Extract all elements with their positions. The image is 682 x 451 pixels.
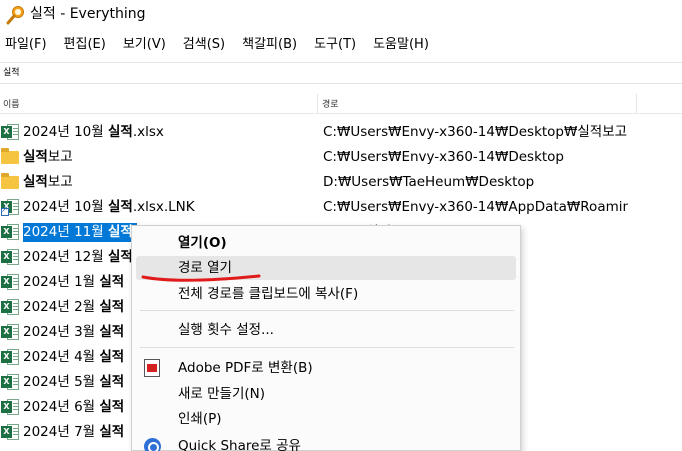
- excel-file-icon: X: [1, 348, 19, 366]
- excel-file-icon: X: [1, 423, 19, 441]
- menu-help[interactable]: 도움말(H): [367, 34, 435, 56]
- excel-file-icon: X: [1, 298, 19, 316]
- menu-bar: 파일(F) 편집(E) 보기(V) 검색(S) 책갈피(B) 도구(T) 도움말…: [0, 34, 440, 56]
- share-icon: [144, 438, 161, 451]
- menu-item-label: 전체 경로를 클립보드에 복사(F): [178, 286, 359, 302]
- file-name: 2024년 12월 실적: [23, 249, 133, 265]
- menu-item-label: 실행 횟수 설정...: [178, 322, 274, 338]
- file-name: 2024년 10월 실적.xlsx: [23, 124, 164, 140]
- title-bar: 실적 - Everything: [0, 0, 682, 30]
- menu-open[interactable]: 열기(O): [132, 231, 522, 255]
- file-path: C:₩Users₩Envy-x360-14₩Desktop₩실적보고: [323, 124, 628, 140]
- column-header-path[interactable]: 경로: [322, 97, 339, 110]
- context-menu: 열기(O) 경로 열기 전체 경로를 클립보드에 복사(F) 실행 횟수 설정... A…: [131, 225, 521, 451]
- menu-search[interactable]: 검색(S): [177, 34, 231, 56]
- file-path: C:₩Users₩Envy-x360-14₩AppData₩Roamin...: [323, 199, 628, 215]
- menu-edit[interactable]: 편집(E): [58, 34, 112, 56]
- file-name: 2024년 10월 실적.xlsx.LNK: [23, 199, 195, 215]
- search-input[interactable]: [3, 66, 303, 80]
- excel-file-icon: X: [1, 248, 19, 266]
- menu-item-label: 새로 만들기(N): [178, 386, 266, 402]
- menu-item-label: 인쇄(P): [178, 411, 222, 427]
- menu-print[interactable]: 인쇄(P): [132, 407, 522, 431]
- file-path: C:₩Users₩Envy-x360-14₩Desktop: [323, 149, 565, 165]
- menu-copy-full-path[interactable]: 전체 경로를 클립보드에 복사(F): [132, 282, 522, 306]
- file-name: 2024년 3월 실적: [23, 324, 125, 340]
- menu-separator: [140, 310, 514, 311]
- excel-file-icon: X: [1, 123, 19, 141]
- menu-item-label: 열기(O): [178, 235, 227, 251]
- menu-item-label: Adobe PDF로 변환(B): [178, 360, 313, 376]
- column-headers: 이름 경로: [0, 94, 682, 114]
- pdf-icon: [144, 359, 160, 377]
- excel-file-icon: X: [1, 398, 19, 416]
- excel-file-icon: X: [1, 223, 19, 241]
- excel-file-icon: X: [1, 323, 19, 341]
- menu-set-run-count[interactable]: 실행 횟수 설정...: [132, 318, 522, 342]
- menu-view[interactable]: 보기(V): [117, 34, 172, 56]
- table-row[interactable]: 실적보고 C:₩Users₩Envy-x360-14₩Desktop: [0, 145, 682, 170]
- menu-new[interactable]: 새로 만들기(N): [132, 382, 522, 406]
- table-row[interactable]: X 2024년 10월 실적.xlsx C:₩Users₩Envy-x360-14₩…: [0, 120, 682, 145]
- excel-file-icon: X: [1, 273, 19, 291]
- file-name: 2024년 6월 실적: [23, 399, 125, 415]
- column-header-name[interactable]: 이름: [3, 97, 20, 110]
- file-name: 2024년 4월 실적: [23, 349, 125, 365]
- file-name: 2024년 2월 실적: [23, 299, 125, 315]
- excel-file-icon: X: [1, 373, 19, 391]
- file-name: 2024년 11월 실적: [23, 223, 137, 242]
- file-name: 2024년 1월 실적: [23, 274, 125, 290]
- column-divider[interactable]: [636, 94, 637, 114]
- file-name: 2024년 5월 실적: [23, 374, 125, 390]
- window-title: 실적 - Everything: [30, 6, 146, 22]
- table-row[interactable]: 실적보고 D:₩Users₩TaeHeum₩Desktop: [0, 170, 682, 195]
- menu-item-label: Quick Share로 공유: [178, 438, 301, 451]
- column-divider[interactable]: [317, 94, 318, 114]
- menu-tools[interactable]: 도구(T): [308, 34, 362, 56]
- menu-convert-pdf[interactable]: Adobe PDF로 변환(B): [132, 356, 522, 380]
- menu-bookmarks[interactable]: 책갈피(B): [236, 34, 303, 56]
- file-name: 실적보고: [23, 149, 73, 165]
- file-path: D:₩Users₩TaeHeum₩Desktop: [323, 174, 535, 190]
- folder-icon: [1, 148, 19, 166]
- everything-search-icon: [6, 6, 24, 25]
- search-bar: [0, 62, 682, 84]
- menu-quick-share[interactable]: Quick Share로 공유: [132, 434, 522, 451]
- folder-icon: [1, 173, 19, 191]
- menu-file[interactable]: 파일(F): [0, 34, 53, 56]
- red-underline-annotation: [141, 274, 261, 282]
- file-name: 2024년 7월 실적: [23, 424, 125, 440]
- file-name: 실적보고: [23, 174, 73, 190]
- table-row[interactable]: X2024년 10월 실적.xlsx.LNK C:₩Users₩Envy-x360…: [0, 195, 682, 220]
- excel-shortcut-icon: X: [1, 198, 19, 216]
- menu-separator: [140, 347, 514, 348]
